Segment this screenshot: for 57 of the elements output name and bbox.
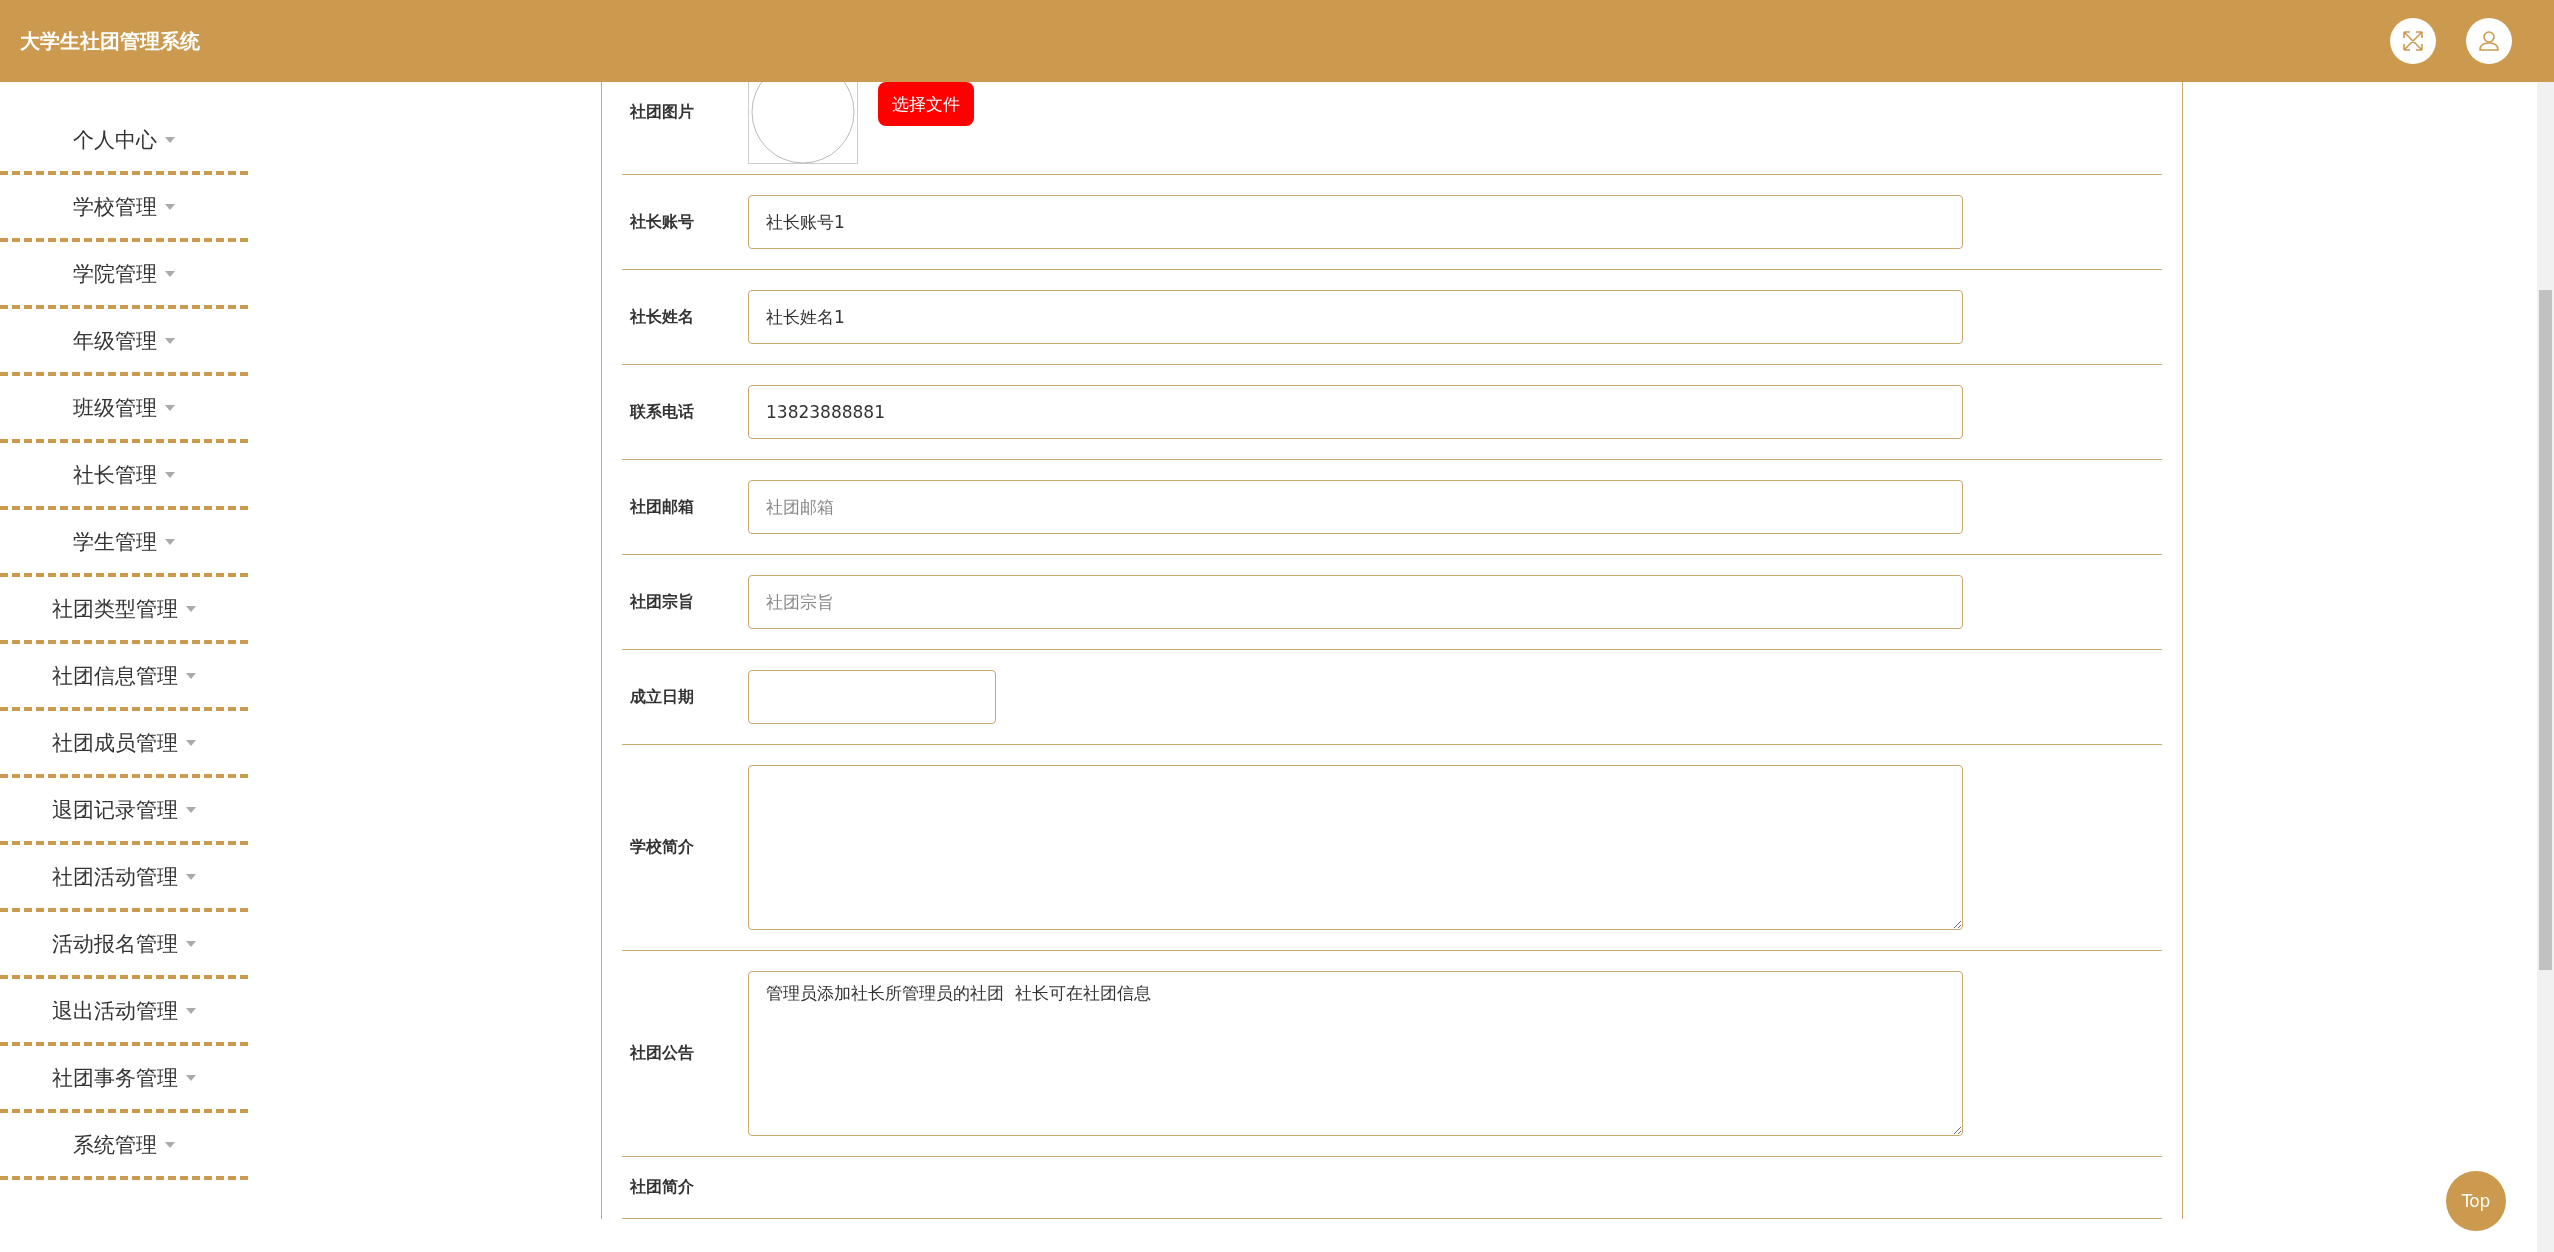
user-button[interactable]	[2466, 18, 2512, 64]
caret-icon	[186, 940, 196, 947]
caret-icon	[186, 1074, 196, 1081]
sidebar-menu-item[interactable]: 学校管理	[0, 175, 248, 242]
sidebar-menu-item[interactable]: 退出活动管理	[0, 979, 248, 1046]
sidebar-menu-item[interactable]: 社团类型管理	[0, 577, 248, 644]
sidebar-menu-item[interactable]: 社团活动管理	[0, 845, 248, 912]
sidebar-menu-item[interactable]: 社团事务管理	[0, 1046, 248, 1113]
expand-arrows-icon	[2401, 29, 2425, 53]
field-label: 社团图片	[629, 102, 695, 123]
caret-icon	[165, 136, 175, 143]
fullscreen-button[interactable]	[2390, 18, 2436, 64]
caret-icon	[165, 404, 175, 411]
text-field[interactable]: 社团邮箱	[748, 480, 1963, 534]
sidebar-menu-item[interactable]: 个人中心	[0, 108, 248, 175]
sidebar-menu-item[interactable]: 活动报名管理	[0, 912, 248, 979]
sidebar-menu-item[interactable]: 年级管理	[0, 309, 248, 376]
caret-icon	[165, 337, 175, 344]
field-label: 社团宗旨	[629, 591, 695, 613]
field-label: 社长姓名	[629, 306, 695, 328]
caret-icon	[186, 739, 196, 746]
field-label: 社长账号	[629, 211, 695, 233]
caret-icon	[186, 806, 196, 813]
caret-icon	[165, 1141, 175, 1148]
textarea-field[interactable]	[748, 765, 1963, 930]
caret-icon	[186, 672, 196, 679]
field-label: 社团邮箱	[629, 496, 695, 518]
sidebar-menu-item[interactable]: 学生管理	[0, 510, 248, 577]
caret-icon	[165, 203, 175, 210]
sidebar-menu-item[interactable]: 系统管理	[0, 1113, 248, 1180]
scrollbar[interactable]	[2537, 82, 2554, 1252]
field-label: 社团简介	[629, 1177, 695, 1198]
field-label: 联系电话	[629, 401, 695, 423]
text-field[interactable]: 社长账号1	[748, 195, 1963, 249]
sidebar-menu-item[interactable]: 学院管理	[0, 242, 248, 309]
caret-icon	[165, 538, 175, 545]
field-label: 成立日期	[629, 686, 695, 708]
text-field[interactable]: 社团宗旨	[748, 575, 1963, 629]
app-title: 大学生社团管理系统	[20, 27, 200, 55]
user-icon	[2477, 29, 2501, 53]
choose-file-button[interactable]: 选择文件	[878, 82, 974, 126]
sidebar-menu-item[interactable]: 社团成员管理	[0, 711, 248, 778]
text-field[interactable]: 社长姓名1	[748, 290, 1963, 344]
sidebar-menu-item[interactable]: 社团信息管理	[0, 644, 248, 711]
caret-icon	[186, 873, 196, 880]
text-field[interactable]: 13823888881	[748, 385, 1963, 439]
caret-icon	[165, 270, 175, 277]
textarea-field[interactable]: 管理员添加社长所管理员的社团 社长可在社团信息	[748, 971, 1963, 1136]
caret-icon	[186, 605, 196, 612]
caret-icon	[186, 1007, 196, 1014]
field-label: 社团公告	[629, 1043, 695, 1064]
sidebar-menu-item[interactable]: 班级管理	[0, 376, 248, 443]
field-label: 学校简介	[629, 837, 695, 858]
date-field[interactable]	[748, 670, 996, 724]
sidebar-menu-item[interactable]: 退团记录管理	[0, 778, 248, 845]
sidebar-menu-item[interactable]: 社长管理	[0, 443, 248, 510]
caret-icon	[165, 471, 175, 478]
